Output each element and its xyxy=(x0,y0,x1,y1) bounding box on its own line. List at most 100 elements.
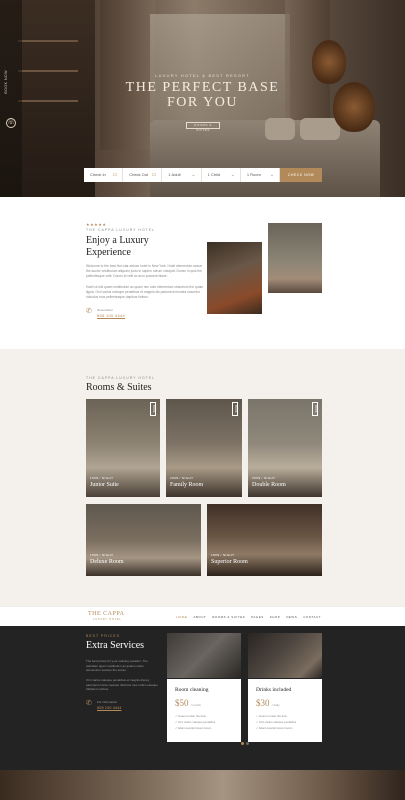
nav-menu: HOME ABOUT ROOMS & SUITES PAGES SHOP NEW… xyxy=(176,615,321,619)
hero-pillow xyxy=(265,118,295,140)
service-card[interactable]: Drinks included $30 / daily Hotel ut nis… xyxy=(248,633,322,762)
adult-label: 1 Adult xyxy=(168,172,181,177)
bottom-hero-image xyxy=(0,770,405,800)
check-in-field[interactable]: Check In ▭ xyxy=(84,168,124,182)
page: BOOK NOW ☏ LUXURY HOTEL & BEST RESORT TH… xyxy=(0,0,405,800)
nav-item-shop[interactable]: SHOP xyxy=(270,615,281,619)
service-features: Hotel ut nisan the duis Orci varius nato… xyxy=(175,713,233,731)
rating-stars: ★★★★★ xyxy=(86,222,107,227)
room-name: Double Room xyxy=(252,482,286,488)
service-card[interactable]: Room cleaning $50 / month Hotel ut nisan… xyxy=(167,633,241,762)
room-card[interactable]: BOOK 250$ / NIGHT Double Room xyxy=(248,399,322,497)
room-price: 200$ / NIGHT xyxy=(170,476,194,480)
service-title: Room cleaning xyxy=(175,687,209,693)
phone-circle-icon[interactable]: ☏ xyxy=(6,118,16,128)
about-eyebrow: THE CAPPA LUXURY HOTEL xyxy=(86,228,156,232)
room-photo xyxy=(207,504,322,576)
room-card[interactable]: BOOK 200$ / NIGHT Family Room xyxy=(166,399,242,497)
service-feature: Etiam suscipit ipsum lorem xyxy=(256,725,314,731)
about-image-bedroom xyxy=(268,223,322,293)
service-price-unit: / daily xyxy=(271,703,280,707)
room-price: 180$ / NIGHT xyxy=(211,553,235,557)
room-price: 250$ / NIGHT xyxy=(252,476,276,480)
hero-title-line1: THE PERFECT BASE xyxy=(125,80,280,95)
hero-eyebrow: LUXURY HOTEL & BEST RESORT xyxy=(155,73,250,78)
about-paragraph-2: Hotel ut nisl quam nestibulum ac quam ne… xyxy=(86,285,204,299)
room-price: 150$ / NIGHT xyxy=(90,553,114,557)
nav-item-contact[interactable]: CONTACT xyxy=(303,615,321,619)
service-title: Drinks included xyxy=(256,687,292,693)
room-name: Superior Room xyxy=(211,559,248,565)
room-price: 150$ / NIGHT xyxy=(90,476,114,480)
logo-subtitle: LUXURY HOTEL xyxy=(93,618,122,621)
room-book-badge[interactable]: BOOK xyxy=(150,402,156,416)
child-label: 1 Child xyxy=(207,172,221,177)
nav-item-about[interactable]: ABOUT xyxy=(193,615,206,619)
service-photo xyxy=(167,633,241,678)
service-price: $30 / daily xyxy=(256,698,314,708)
reservation-number-link[interactable]: 855 100 4444 xyxy=(97,313,125,318)
hero-section: BOOK NOW ☏ LUXURY HOTEL & BEST RESORT TH… xyxy=(0,0,405,197)
carousel-dots xyxy=(241,742,249,745)
about-title: Enjoy a Luxury Experience xyxy=(86,235,149,258)
room-select[interactable]: 1 Room ⌄ xyxy=(241,168,281,182)
phone-icon: ✆ xyxy=(86,700,92,707)
services-title: Extra Services xyxy=(86,640,145,651)
service-price: $50 / month xyxy=(175,698,233,708)
chevron-down-icon: ⌄ xyxy=(191,172,196,178)
check-now-button[interactable]: CHECK NOW xyxy=(280,168,323,182)
carousel-dot[interactable] xyxy=(246,742,249,745)
nav-item-pages[interactable]: PAGES xyxy=(251,615,264,619)
logo[interactable]: THE CAPPA xyxy=(88,611,124,617)
service-card-body: Drinks included $30 / daily Hotel ut nis… xyxy=(248,679,322,742)
hero-title: THE PERFECT BASE FOR YOU xyxy=(0,80,405,110)
booking-form: Check In ▭ Check Out ▭ 1 Adult ⌄ 1 Child… xyxy=(84,168,323,182)
hero-title-line2: FOR YOU xyxy=(166,95,239,110)
nav-item-home[interactable]: HOME xyxy=(176,615,187,619)
hero-rooms-button[interactable]: ROOMS & SUITES xyxy=(186,122,220,132)
room-card[interactable]: 180$ / NIGHT Superior Room xyxy=(207,504,322,576)
service-price-value: $50 xyxy=(175,698,189,708)
services-paragraph-2: Orci varius natoque penatibus et magnis … xyxy=(86,678,158,692)
rooms-section: THE CAPPA LUXURY HOTEL Rooms & Suites BO… xyxy=(0,349,405,606)
calendar-icon: ▭ xyxy=(151,172,157,178)
service-card-body: Room cleaning $50 / month Hotel ut nisan… xyxy=(167,679,241,742)
calendar-icon: ▭ xyxy=(112,172,118,178)
about-section: ★★★★★ THE CAPPA LUXURY HOTEL Enjoy a Lux… xyxy=(0,197,405,349)
child-select[interactable]: 1 Child ⌄ xyxy=(202,168,241,182)
service-photo xyxy=(248,633,322,678)
room-label: 1 Room xyxy=(246,172,261,177)
check-in-label: Check In xyxy=(90,172,106,177)
check-out-field[interactable]: Check Out ▭ xyxy=(123,168,163,182)
room-name: Family Room xyxy=(170,482,204,488)
room-name: Deluxe Room xyxy=(90,559,124,565)
nav-item-news[interactable]: NEWS xyxy=(286,615,297,619)
chevron-down-icon: ⌄ xyxy=(269,172,275,178)
service-price-value: $30 xyxy=(256,698,270,708)
nav-item-rooms[interactable]: ROOMS & SUITES xyxy=(212,615,245,619)
sticky-navbar: THE CAPPA LUXURY HOTEL HOME ABOUT ROOMS … xyxy=(0,606,405,626)
info-label: For information xyxy=(97,700,118,704)
about-paragraph-1: Welcome to the best five-star deluxe hot… xyxy=(86,264,203,278)
services-eyebrow: BEST PRICES xyxy=(86,634,121,638)
service-features: Hotel ut nisan the duis Orci varius nato… xyxy=(256,713,314,731)
chevron-down-icon: ⌄ xyxy=(230,172,235,178)
services-paragraph-1: The best prices for your relaxing vacati… xyxy=(86,659,148,673)
hero-pillow xyxy=(300,118,340,140)
adult-select[interactable]: 1 Adult ⌄ xyxy=(162,168,202,182)
service-price-unit: / month xyxy=(190,703,201,707)
room-card[interactable]: BOOK 150$ / NIGHT Junior Suite xyxy=(86,399,160,497)
rooms-title: Rooms & Suites xyxy=(86,382,152,393)
phone-icon: ✆ xyxy=(86,308,92,315)
services-section: BEST PRICES Extra Services The best pric… xyxy=(0,626,405,770)
check-out-label: Check Out xyxy=(129,172,149,177)
carousel-dot[interactable] xyxy=(241,742,244,745)
info-number-link[interactable]: 855 100 4444 xyxy=(97,705,121,710)
room-book-badge[interactable]: BOOK xyxy=(232,402,238,416)
room-card[interactable]: 150$ / NIGHT Deluxe Room xyxy=(86,504,201,576)
rooms-eyebrow: THE CAPPA LUXURY HOTEL xyxy=(86,376,156,380)
about-image-staircase xyxy=(207,242,262,314)
room-name: Junior Suite xyxy=(90,482,119,488)
service-feature: Etiam suscipit ipsum lorem xyxy=(175,725,233,731)
room-book-badge[interactable]: BOOK xyxy=(312,402,318,416)
